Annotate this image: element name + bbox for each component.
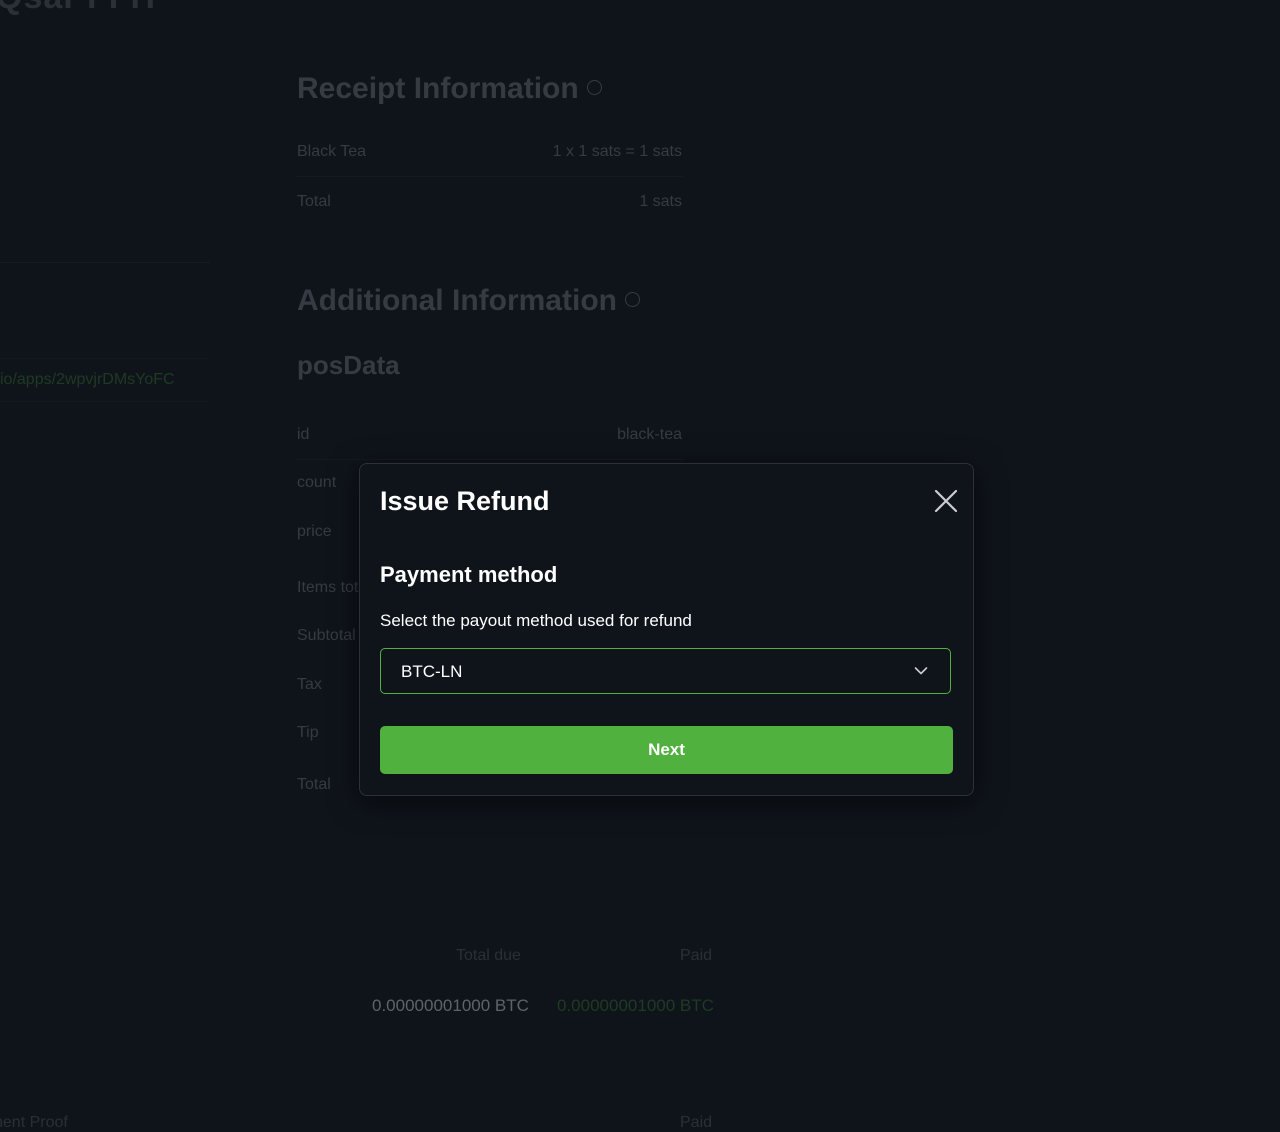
posdata-row-value: black-tea: [617, 426, 682, 443]
additional-information-title: Additional Information: [297, 284, 617, 317]
posdata-row-label: count: [297, 474, 337, 491]
total-due-label: Total due: [456, 947, 521, 964]
total-due-value: 0.00000001000 BTC: [372, 996, 529, 1015]
next-button[interactable]: Next: [380, 726, 953, 774]
close-icon: [934, 489, 958, 513]
payment-method-heading: Payment method: [380, 562, 558, 587]
payment-method-select[interactable]: BTC-LN: [380, 648, 951, 694]
posdata-title: posData: [297, 350, 400, 380]
posdata-row-label: id: [297, 426, 310, 443]
payout-help-text: Select the payout method used for refund: [380, 611, 692, 630]
posdata-row-label: Tip: [297, 724, 319, 741]
modal-title: Issue Refund: [380, 486, 550, 516]
row-divider: [297, 459, 683, 460]
close-button[interactable]: [933, 488, 959, 514]
issue-refund-modal: Issue Refund Payment method Select the p…: [359, 463, 974, 796]
paid-value: 0.00000001000 BTC: [557, 996, 714, 1015]
chevron-down-icon: [914, 667, 928, 675]
info-icon[interactable]: [586, 79, 602, 95]
receipt-row-value: 1 sats: [639, 193, 682, 210]
payment-proof-label: Payment Proof: [0, 1114, 68, 1131]
invoice-header-title: QsaPFFH: [0, 0, 156, 17]
paid-label: Paid: [680, 947, 713, 964]
posdata-row-label: Subtotal: [297, 627, 356, 644]
receipt-row-label: Black Tea: [297, 143, 367, 160]
posdata-row-label: Total: [297, 776, 331, 793]
info-icon[interactable]: [624, 291, 640, 307]
posdata-row-label: Tax: [297, 676, 322, 693]
app-link[interactable]: io/apps/2wpvjrDMsYoFC: [0, 358, 210, 402]
receipt-row-label: Total: [297, 193, 331, 210]
receipt-row-value: 1 x 1 sats = 1 sats: [552, 143, 682, 160]
receipt-information-heading: Receipt Information: [297, 72, 602, 106]
receipt-information-title: Receipt Information: [297, 72, 579, 105]
footer-paid-label: Paid: [680, 1114, 713, 1131]
row-divider: [297, 176, 683, 177]
posdata-row-label: price: [297, 523, 332, 540]
sidebar-divider: [0, 262, 210, 263]
selected-payment-method: BTC-LN: [401, 662, 463, 681]
additional-information-heading: Additional Information: [297, 284, 640, 318]
